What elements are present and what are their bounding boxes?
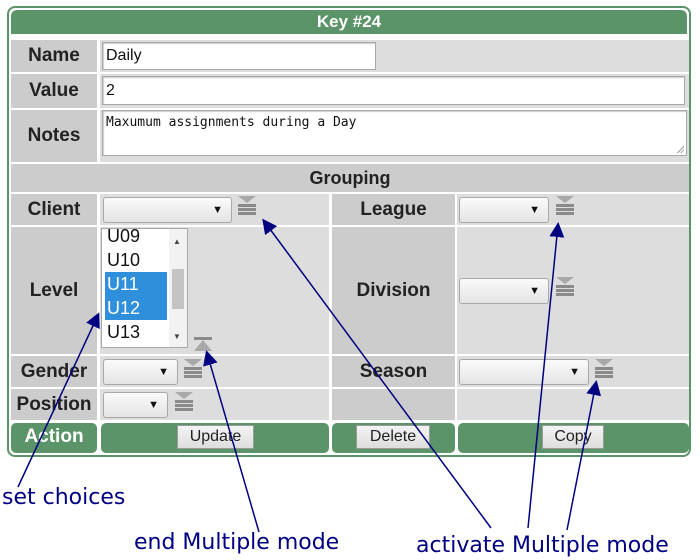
arrow-end-multiple	[203, 350, 260, 533]
arrow-activate-client	[262, 218, 492, 529]
annotation-end-multiple: end Multiple mode	[134, 530, 340, 555]
annotation-activate-multiple: activate Multiple mode	[416, 533, 669, 558]
arrow-activate-league	[527, 222, 565, 529]
arrow-set-choices	[17, 312, 100, 488]
annotation-arrows	[17, 218, 602, 533]
annotation-set-choices: set choices	[2, 485, 126, 510]
arrow-activate-season	[566, 380, 602, 531]
